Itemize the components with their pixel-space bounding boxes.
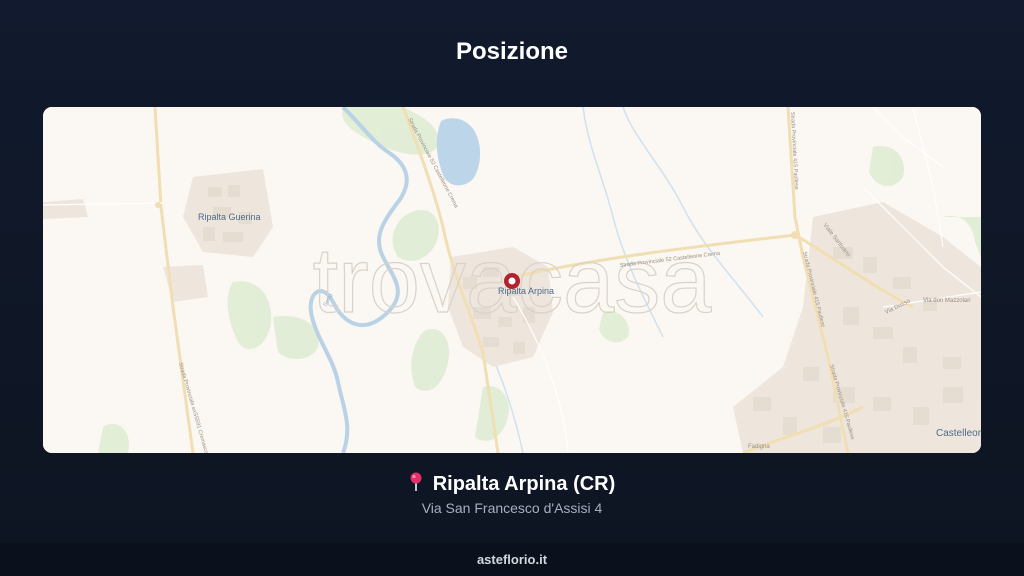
address-text: Via San Francesco d'Assisi 4 [421,500,603,516]
label-ripalta-guerina: Ripalta Guerina [198,212,261,222]
label-via-fadigna: Fadigna [748,444,770,450]
label-castelleone: Castelleon [936,428,981,439]
map-view[interactable]: trovacasa Ripalta Guerina Ripalta Arpina… [43,107,981,453]
label-via-don-mazzolari: Via don Mazzolari [923,298,971,304]
label-ripalta-arpina: Ripalta Arpina [498,286,554,296]
page-title: Posizione [455,38,569,65]
pushpin-icon [409,472,423,498]
footer: asteflorio.it [0,543,1024,576]
place-name: Ripalta Arpina (CR) [0,472,1024,498]
location-marker[interactable] [504,273,520,289]
map-canvas[interactable]: trovacasa Ripalta Guerina Ripalta Arpina… [43,107,981,453]
footer-site-link[interactable]: asteflorio.it [477,552,547,567]
place-name-text: Ripalta Arpina (CR) [432,473,616,495]
